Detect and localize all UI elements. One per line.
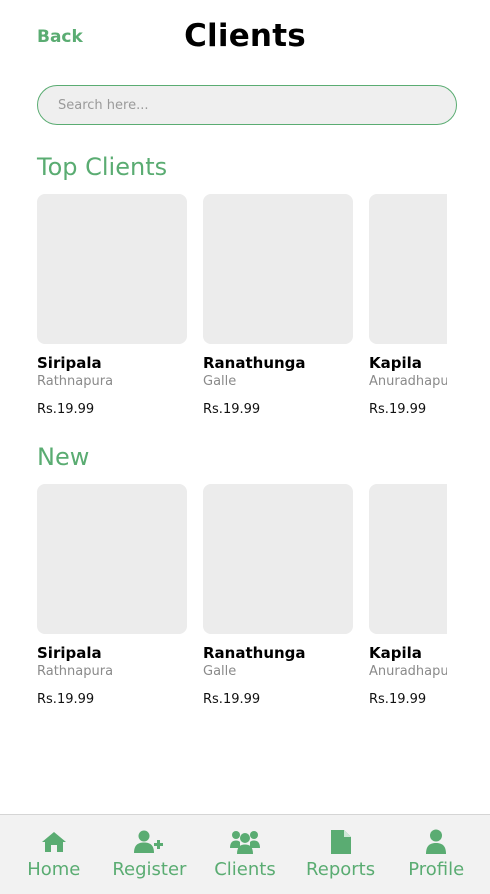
nav-item-profile[interactable]: Profile bbox=[391, 829, 481, 880]
nav-item-clients[interactable]: Clients bbox=[200, 829, 290, 880]
client-name: Siripala bbox=[37, 354, 102, 372]
client-city: Rathnapura bbox=[37, 374, 114, 389]
client-price: Rs.19.99 bbox=[37, 402, 95, 417]
nav-label: Home bbox=[27, 859, 81, 880]
section-title-top-clients: Top Clients bbox=[37, 153, 168, 181]
file-icon bbox=[326, 829, 356, 855]
nav-label: Reports bbox=[306, 859, 376, 880]
user-icon bbox=[421, 829, 451, 855]
client-city: Anuradhapura bbox=[369, 374, 447, 389]
client-card[interactable]: Ranathunga Galle Rs.19.99 bbox=[203, 484, 353, 707]
client-name: Ranathunga bbox=[203, 644, 306, 662]
users-icon bbox=[229, 829, 260, 855]
nav-item-reports[interactable]: Reports bbox=[296, 829, 386, 880]
client-image bbox=[37, 484, 187, 634]
nav-label: Register bbox=[112, 859, 187, 880]
nav-label: Clients bbox=[214, 859, 276, 880]
client-name: Kapila bbox=[369, 354, 422, 372]
client-price: Rs.19.99 bbox=[203, 692, 261, 707]
search-bar[interactable] bbox=[37, 85, 457, 125]
client-image bbox=[203, 484, 353, 634]
client-price: Rs.19.99 bbox=[369, 402, 427, 417]
client-name: Ranathunga bbox=[203, 354, 306, 372]
nav-item-register[interactable]: Register bbox=[104, 829, 194, 880]
top-clients-carousel[interactable]: Siripala Rathnapura Rs.19.99 Ranathunga … bbox=[37, 194, 447, 434]
new-clients-carousel[interactable]: Siripala Rathnapura Rs.19.99 Ranathunga … bbox=[37, 484, 447, 724]
client-city: Anuradhapura bbox=[369, 664, 447, 679]
client-city: Galle bbox=[203, 374, 237, 389]
client-image bbox=[369, 484, 447, 634]
client-image bbox=[203, 194, 353, 344]
nav-item-home[interactable]: Home bbox=[9, 829, 99, 880]
section-title-new: New bbox=[37, 443, 90, 471]
client-name: Kapila bbox=[369, 644, 422, 662]
home-icon bbox=[39, 829, 69, 855]
client-card[interactable]: Siripala Rathnapura Rs.19.99 bbox=[37, 484, 187, 707]
client-card[interactable]: Kapila Anuradhapura Rs.19.99 bbox=[369, 194, 447, 417]
page-title: Clients bbox=[184, 18, 306, 54]
client-card[interactable]: Siripala Rathnapura Rs.19.99 bbox=[37, 194, 187, 417]
client-image bbox=[369, 194, 447, 344]
client-city: Galle bbox=[203, 664, 237, 679]
user-plus-icon bbox=[134, 829, 164, 855]
search-input[interactable] bbox=[58, 97, 456, 113]
clients-screen: Back Clients Top Clients Siripala Rathna… bbox=[0, 0, 490, 894]
client-card[interactable]: Kapila Anuradhapura Rs.19.99 bbox=[369, 484, 447, 707]
client-price: Rs.19.99 bbox=[369, 692, 427, 707]
client-price: Rs.19.99 bbox=[37, 692, 95, 707]
client-image bbox=[37, 194, 187, 344]
bottom-nav: Home Register Clients Reports Profile bbox=[0, 814, 490, 894]
nav-label: Profile bbox=[408, 859, 465, 880]
client-price: Rs.19.99 bbox=[203, 402, 261, 417]
client-card[interactable]: Ranathunga Galle Rs.19.99 bbox=[203, 194, 353, 417]
client-name: Siripala bbox=[37, 644, 102, 662]
client-city: Rathnapura bbox=[37, 664, 114, 679]
